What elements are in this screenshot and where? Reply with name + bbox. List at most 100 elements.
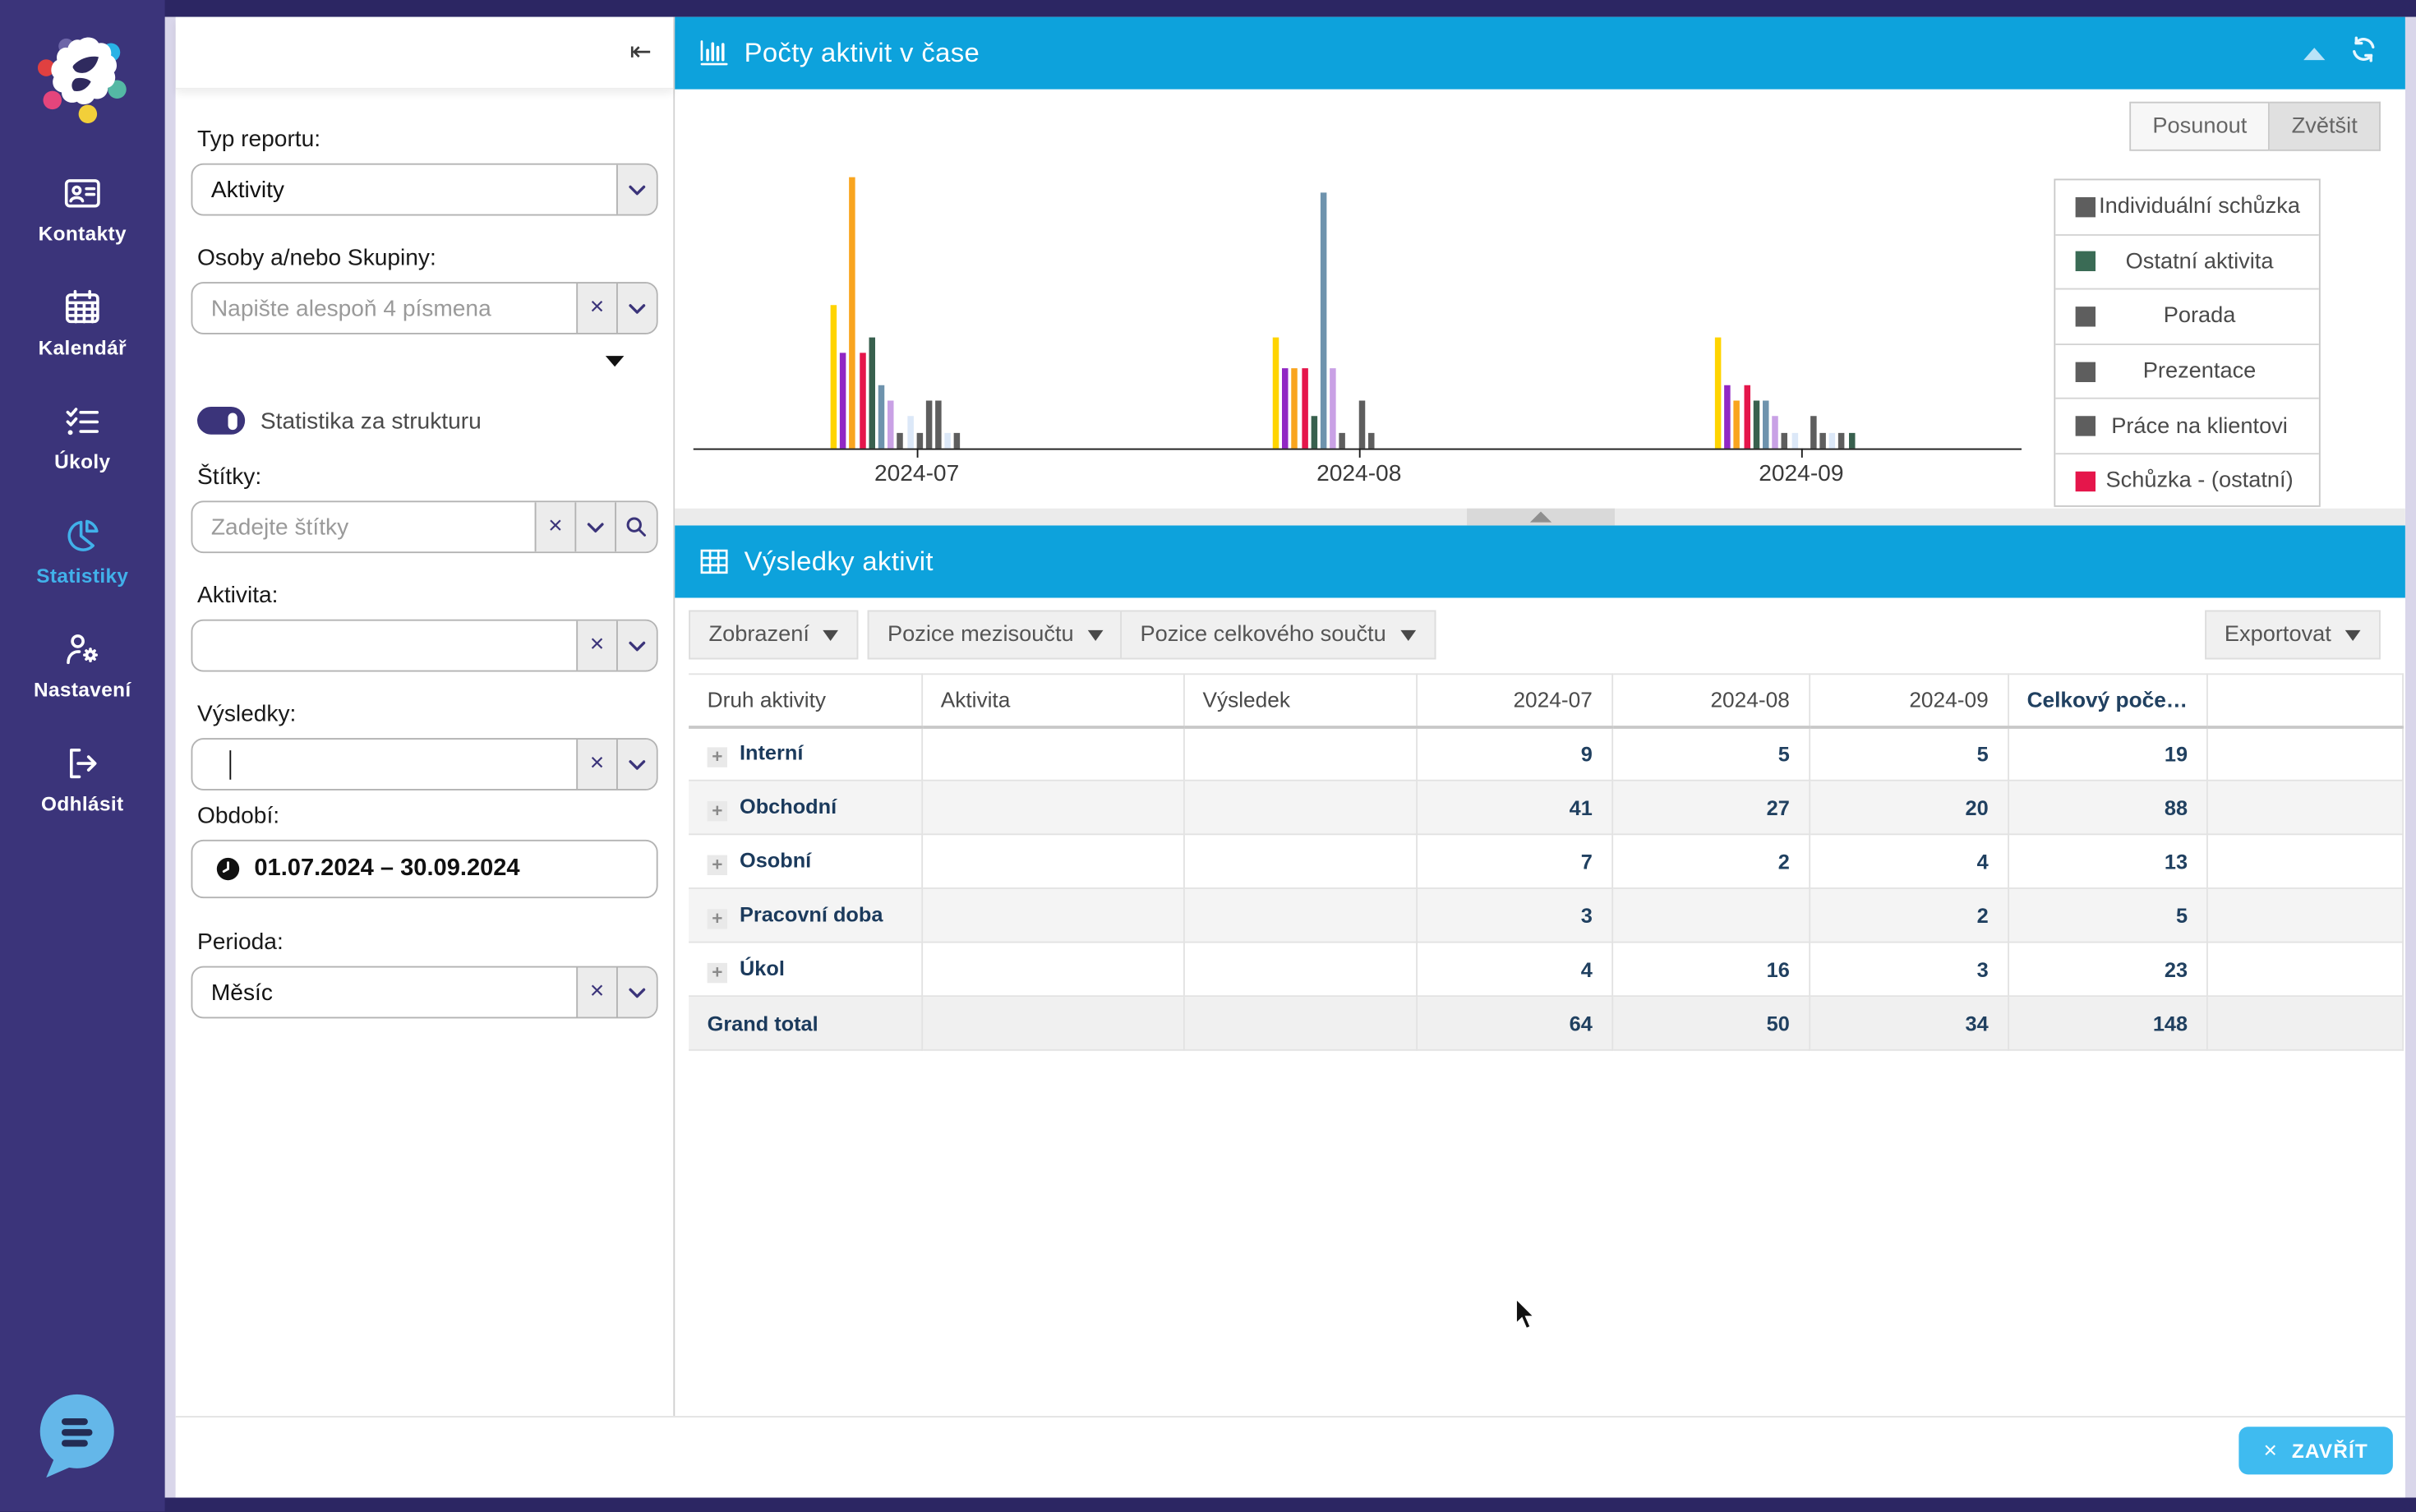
- legend-item[interactable]: Prezentace: [2055, 345, 2319, 400]
- report-type-chevron[interactable]: [616, 165, 657, 214]
- bar-lilac[interactable]: [1772, 417, 1778, 449]
- sidebar-item-statistiky[interactable]: Statistiky: [0, 493, 165, 607]
- activity-chevron[interactable]: [616, 621, 657, 671]
- zoom-button[interactable]: Zvětšit: [2270, 102, 2380, 151]
- bar-gray[interactable]: [1339, 432, 1346, 448]
- bar-red[interactable]: [859, 353, 865, 448]
- column-header[interactable]: 2024-07: [1416, 674, 1611, 726]
- activity-clear[interactable]: ×: [576, 621, 616, 671]
- legend-item[interactable]: Schůzka - (ostatní): [2055, 454, 2319, 507]
- bar-gray[interactable]: [897, 432, 904, 448]
- legend-swatch: [2076, 417, 2096, 436]
- bar-purple[interactable]: [840, 353, 846, 448]
- toolbar-button-3[interactable]: Pozice celkového součtu: [1120, 611, 1436, 660]
- legend-item[interactable]: Porada: [2055, 290, 2319, 345]
- tags-clear[interactable]: ×: [535, 502, 575, 551]
- legend-item[interactable]: Práce na klientovi: [2055, 399, 2319, 454]
- bar-red[interactable]: [1302, 369, 1308, 449]
- bar-yellow[interactable]: [831, 305, 837, 449]
- bar-lightblue[interactable]: [906, 417, 913, 449]
- bar-green[interactable]: [1311, 417, 1317, 449]
- persons-groups-chevron[interactable]: [616, 284, 657, 333]
- sidebar-item-kalendar[interactable]: Kalendář: [0, 265, 165, 380]
- legend-item[interactable]: Ostatní aktivita: [2055, 235, 2319, 290]
- splitter-handle[interactable]: [1466, 509, 1614, 526]
- report-type-select[interactable]: Aktivity: [191, 164, 658, 216]
- bar-gray[interactable]: [1368, 432, 1375, 448]
- bar-lightblue[interactable]: [1829, 432, 1836, 448]
- bar-red[interactable]: [1744, 385, 1750, 449]
- bar-purple[interactable]: [1724, 385, 1731, 449]
- bar-purple[interactable]: [1282, 369, 1289, 449]
- bar-steel[interactable]: [1321, 193, 1327, 448]
- vertical-scrollbar[interactable]: [2405, 17, 2416, 1498]
- column-header[interactable]: Druh aktivity: [689, 674, 921, 726]
- bar-orange[interactable]: [1734, 400, 1741, 448]
- results-input[interactable]: ×: [191, 738, 658, 791]
- bar-gray[interactable]: [926, 400, 933, 448]
- sidebar-item-odhlasit[interactable]: Odhlásit: [0, 721, 165, 836]
- refresh-icon[interactable]: [2349, 35, 2377, 71]
- bar-green[interactable]: [1753, 400, 1759, 448]
- column-header[interactable]: 2024-08: [1611, 674, 1809, 726]
- bar-orange[interactable]: [850, 177, 856, 449]
- column-header[interactable]: Aktivita: [921, 674, 1183, 726]
- chat-bubble-button[interactable]: [32, 1391, 120, 1479]
- results-table: Druh aktivityAktivitaVýsledek2024-072024…: [689, 673, 2403, 1050]
- tags-chevron[interactable]: [574, 502, 615, 551]
- close-button[interactable]: × ZAVŘÍT: [2238, 1427, 2392, 1474]
- column-header[interactable]: Celkový poče…: [2008, 674, 2206, 726]
- persons-groups-input[interactable]: Napište alespoň 4 písmena ×: [191, 282, 658, 334]
- bar-steel[interactable]: [1763, 400, 1769, 448]
- column-header[interactable]: Výsledek: [1183, 674, 1416, 726]
- bar-gray[interactable]: [1810, 417, 1817, 449]
- bar-lilac[interactable]: [1330, 369, 1336, 449]
- column-header[interactable]: 2024-09: [1809, 674, 2008, 726]
- bar-lightblue[interactable]: [1791, 432, 1798, 448]
- bar-yellow[interactable]: [1273, 337, 1279, 449]
- expand-row-icon[interactable]: +: [708, 855, 727, 874]
- bar-green[interactable]: [1848, 432, 1855, 448]
- bar-green[interactable]: [869, 337, 875, 449]
- bar-steel[interactable]: [878, 385, 885, 449]
- tags-input[interactable]: Zadejte štítky ×: [191, 500, 658, 553]
- structure-toggle[interactable]: [197, 407, 245, 435]
- bar-gray[interactable]: [1782, 432, 1788, 448]
- results-chevron[interactable]: [616, 740, 657, 789]
- tags-search[interactable]: [615, 502, 657, 551]
- bar-gray[interactable]: [935, 400, 942, 448]
- expand-row-icon[interactable]: +: [708, 908, 727, 928]
- bar-gray[interactable]: [1819, 432, 1826, 448]
- bar-orange[interactable]: [1292, 369, 1298, 449]
- sidebar-item-nastaveni[interactable]: Nastavení: [0, 607, 165, 721]
- toolbar-button-2[interactable]: Pozice mezisoučtu: [868, 611, 1123, 660]
- app-logo[interactable]: [29, 28, 136, 136]
- bar-gray[interactable]: [954, 432, 961, 448]
- perioda-chevron[interactable]: [616, 968, 657, 1017]
- results-clear[interactable]: ×: [576, 740, 616, 789]
- sidebar-item-ukoly[interactable]: Úkoly: [0, 379, 165, 493]
- toolbar-button-1[interactable]: Zobrazení: [689, 611, 859, 660]
- expand-row-icon[interactable]: +: [708, 800, 727, 820]
- bar-yellow[interactable]: [1715, 337, 1722, 449]
- expand-more-icon[interactable]: [606, 356, 625, 366]
- bar-gray[interactable]: [1358, 400, 1365, 448]
- bar-gray[interactable]: [1839, 432, 1846, 448]
- sidebar-item-kontakty[interactable]: Kontakty: [0, 151, 165, 265]
- sidebar-item-label: Úkoly: [54, 450, 110, 473]
- persons-groups-clear[interactable]: ×: [576, 284, 616, 333]
- bar-lightblue[interactable]: [945, 432, 952, 448]
- expand-row-icon[interactable]: +: [708, 747, 727, 767]
- legend-item[interactable]: Individuální schůzka: [2055, 180, 2319, 235]
- expand-row-icon[interactable]: +: [708, 962, 727, 982]
- activity-input[interactable]: ×: [191, 620, 658, 672]
- date-range-button[interactable]: 01.07.2024 – 30.09.2024: [191, 840, 658, 898]
- collapse-panel-icon[interactable]: ⇤: [629, 39, 652, 66]
- export-button[interactable]: Exportovat: [2205, 611, 2381, 660]
- perioda-clear[interactable]: ×: [576, 968, 616, 1017]
- collapse-chart-icon[interactable]: [2303, 47, 2325, 59]
- bar-gray[interactable]: [916, 432, 923, 448]
- perioda-select[interactable]: Měsíc ×: [191, 966, 658, 1019]
- bar-lilac[interactable]: [888, 400, 894, 448]
- pan-button[interactable]: Posunout: [2129, 102, 2270, 151]
